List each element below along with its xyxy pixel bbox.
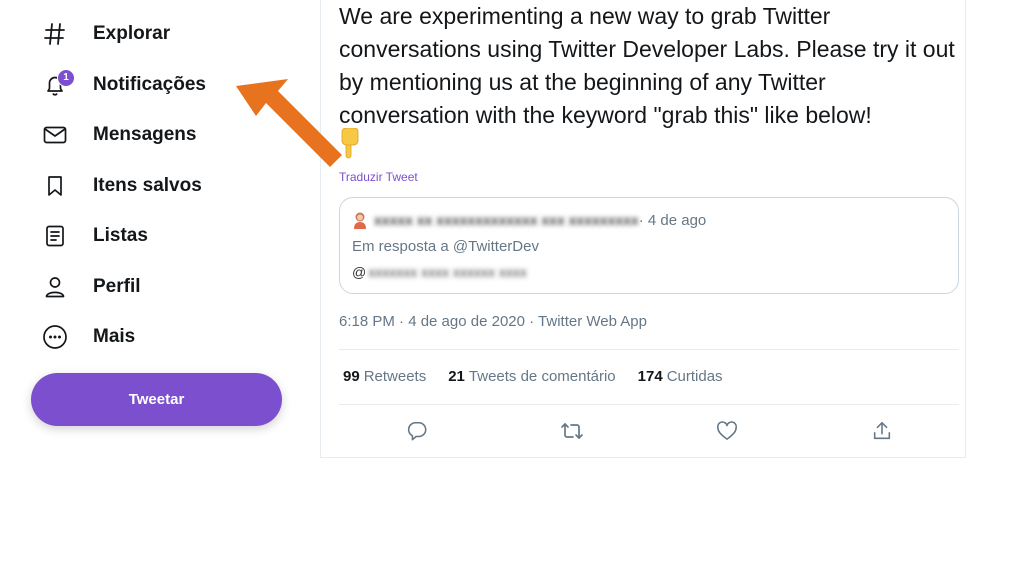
retweets-count: 99 (343, 368, 360, 385)
retweets-stat[interactable]: 99 Retweets (343, 368, 426, 385)
tweet-timestamp-source: 6:18 PM · 4 de ago de 2020 · Twitter Web… (339, 313, 647, 330)
reply-icon[interactable] (404, 418, 430, 444)
sidebar-item-label: Perfil (93, 276, 141, 297)
likes-count: 174 (637, 368, 663, 385)
quoted-tweet-header: xxxxx xx xxxxxxxxxxxxx xxx xxxxxxxxx · 4… (352, 211, 706, 229)
blurred-author-name: xxxxx xx xxxxxxxxxxxxx xxx xxxxxxxxx (374, 212, 639, 228)
share-icon[interactable] (869, 418, 895, 444)
quote-tweets-count: 21 (448, 368, 465, 385)
sidebar-item-label: Itens salvos (93, 175, 202, 196)
sidebar-item-mais[interactable]: Mais (40, 317, 135, 357)
person-icon (40, 272, 70, 302)
sidebar-item-label: Listas (93, 225, 148, 246)
retweets-label: Retweets (363, 368, 427, 385)
heart-icon[interactable] (714, 418, 740, 444)
divider (339, 404, 959, 405)
bell-icon: 1 (40, 69, 75, 100)
sidebar-item-label: Explorar (93, 23, 171, 44)
mail-icon (40, 120, 70, 150)
divider (339, 349, 959, 350)
sidebar-item-label: Notificações (93, 74, 206, 95)
tweet-detail: We are experimenting a new way to grab T… (320, 0, 966, 458)
quoted-tweet[interactable]: xxxxx xx xxxxxxxxxxxxx xxx xxxxxxxxx · 4… (339, 197, 959, 294)
sidebar-item-label: Mensagens (93, 124, 197, 145)
reply-to-label: Em resposta a @TwitterDev (352, 238, 539, 255)
more-icon (40, 322, 70, 352)
sidebar-item-explorar[interactable]: Explorar (40, 14, 170, 54)
likes-label: Curtidas (666, 368, 723, 385)
retweet-icon[interactable] (559, 418, 585, 444)
blurred-quoted-text: xxxxxxx xxxx xxxxxx xxxx (368, 264, 527, 280)
sidebar-item-itens-salvos[interactable]: Itens salvos (40, 166, 202, 206)
annotation-arrow-icon (236, 79, 342, 167)
list-icon (40, 221, 70, 251)
sidebar-item-label: Mais (93, 326, 136, 347)
sidebar-item-listas[interactable]: Listas (40, 216, 148, 256)
bookmark-icon (40, 171, 70, 201)
sidebar-item-notificacoes[interactable]: 1 Notificações (40, 65, 206, 105)
sidebar-item-mensagens[interactable]: Mensagens (40, 115, 196, 155)
tweet-stats: 99 Retweets 21 Tweets de comentário 174 Cur… (343, 368, 745, 385)
hashtag-icon (40, 19, 70, 49)
mention-prefix: @ (352, 264, 367, 280)
tweet-button[interactable]: Tweetar (31, 373, 282, 426)
tweet-text: We are experimenting a new way to grab T… (339, 3, 955, 128)
quote-tweets-stat[interactable]: 21 Tweets de comentário (448, 368, 615, 385)
quoted-tweet-date: · 4 de ago (638, 211, 707, 229)
sidebar-item-perfil[interactable]: Perfil (40, 267, 141, 307)
likes-stat[interactable]: 174 Curtidas (638, 368, 723, 385)
quote-tweets-label: Tweets de comentário (468, 368, 616, 385)
avatar (352, 211, 368, 229)
quoted-tweet-text: @ xxxxxxx xxxx xxxxxx xxxx (352, 264, 527, 280)
notification-badge: 1 (57, 69, 75, 87)
